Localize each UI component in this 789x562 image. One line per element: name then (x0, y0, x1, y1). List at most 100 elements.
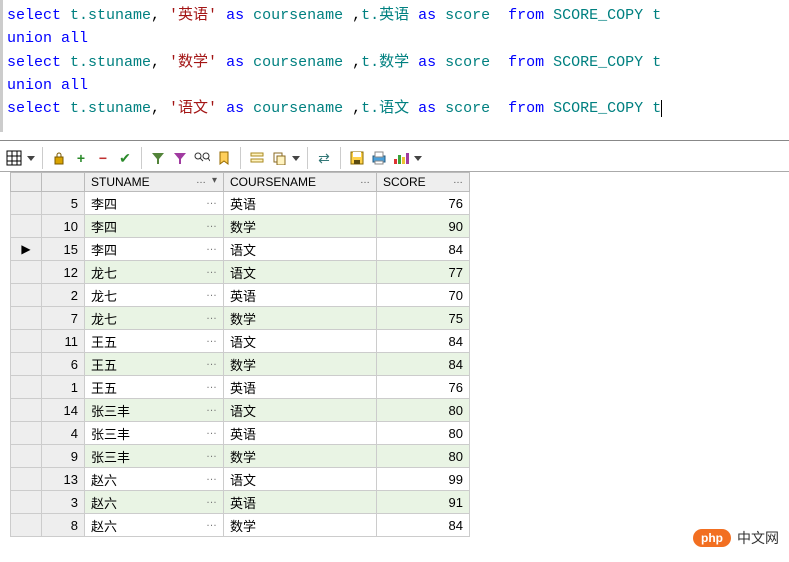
column-header-score[interactable]: SCORE … (377, 173, 470, 192)
grid-view-icon[interactable] (4, 148, 24, 168)
cell-expand-icon[interactable]: … (206, 310, 217, 322)
stuname-cell[interactable]: 赵六… (85, 468, 224, 491)
cell-expand-icon[interactable]: … (206, 517, 217, 529)
table-row[interactable]: 7龙七…数学75 (11, 307, 470, 330)
cell-expand-icon[interactable]: … (206, 448, 217, 460)
cell-expand-icon[interactable]: … (206, 402, 217, 414)
copy-icon[interactable] (269, 148, 289, 168)
stuname-cell[interactable]: 赵六… (85, 514, 224, 537)
score-cell[interactable]: 84 (377, 330, 470, 353)
cell-expand-icon[interactable]: … (206, 333, 217, 345)
coursename-cell[interactable]: 语文 (224, 399, 377, 422)
table-row[interactable]: 2龙七…英语70 (11, 284, 470, 307)
coursename-cell[interactable]: 语文 (224, 468, 377, 491)
column-header-stuname[interactable]: STUNAME ▾ … (85, 173, 224, 192)
table-row[interactable]: 12龙七…语文77 (11, 261, 470, 284)
stuname-cell[interactable]: 王五… (85, 353, 224, 376)
chart-icon[interactable] (391, 148, 411, 168)
score-cell[interactable]: 80 (377, 445, 470, 468)
sql-editor[interactable]: select t.stuname, '英语' as coursename ,t.… (0, 0, 789, 132)
stuname-cell[interactable]: 龙七… (85, 284, 224, 307)
stuname-cell[interactable]: 龙七… (85, 307, 224, 330)
table-row[interactable]: 3赵六…英语91 (11, 491, 470, 514)
cell-expand-icon[interactable]: … (206, 264, 217, 276)
stuname-cell[interactable]: 张三丰… (85, 422, 224, 445)
coursename-cell[interactable]: 数学 (224, 445, 377, 468)
coursename-cell[interactable]: 语文 (224, 330, 377, 353)
score-cell[interactable]: 75 (377, 307, 470, 330)
cell-expand-icon[interactable]: … (206, 494, 217, 506)
cell-expand-icon[interactable]: … (206, 379, 217, 391)
results-grid[interactable]: STUNAME ▾ … COURSENAME … SCORE … 5李四…英语7… (10, 172, 470, 537)
coursename-cell[interactable]: 语文 (224, 238, 377, 261)
table-row[interactable]: 4张三丰…英语80 (11, 422, 470, 445)
stuname-cell[interactable]: 张三丰… (85, 445, 224, 468)
table-row[interactable]: 10李四…数学90 (11, 215, 470, 238)
sort-arrow-icon[interactable]: ▾ (212, 175, 217, 186)
dropdown-icon-2[interactable] (291, 148, 301, 168)
save-icon[interactable] (347, 148, 367, 168)
coursename-cell[interactable]: 英语 (224, 284, 377, 307)
coursename-cell[interactable]: 英语 (224, 376, 377, 399)
coursename-cell[interactable]: 数学 (224, 353, 377, 376)
score-cell[interactable]: 70 (377, 284, 470, 307)
stuname-cell[interactable]: 张三丰… (85, 399, 224, 422)
dropdown-icon-3[interactable] (413, 148, 423, 168)
coursename-cell[interactable]: 英语 (224, 491, 377, 514)
delete-row-icon[interactable]: − (93, 148, 113, 168)
table-row[interactable]: 8赵六…数学84 (11, 514, 470, 537)
add-row-icon[interactable]: + (71, 148, 91, 168)
cell-expand-icon[interactable]: … (206, 471, 217, 483)
score-cell[interactable]: 84 (377, 238, 470, 261)
coursename-cell[interactable]: 语文 (224, 261, 377, 284)
row-index-header[interactable] (42, 173, 85, 192)
dropdown-icon[interactable] (26, 148, 36, 168)
table-row[interactable]: 9张三丰…数学80 (11, 445, 470, 468)
filter-icon-1[interactable] (148, 148, 168, 168)
cell-expand-icon[interactable]: … (206, 218, 217, 230)
cell-expand-icon[interactable]: … (206, 356, 217, 368)
score-cell[interactable]: 90 (377, 215, 470, 238)
coursename-cell[interactable]: 数学 (224, 215, 377, 238)
coursename-cell[interactable]: 数学 (224, 514, 377, 537)
column-menu-icon[interactable]: … (360, 175, 370, 186)
table-row[interactable]: 11王五…语文84 (11, 330, 470, 353)
single-record-icon[interactable] (247, 148, 267, 168)
cell-expand-icon[interactable]: … (206, 195, 217, 207)
column-menu-icon[interactable]: … (453, 175, 463, 186)
column-menu-icon[interactable]: … (196, 175, 206, 186)
cell-expand-icon[interactable]: … (206, 241, 217, 253)
table-row[interactable]: 5李四…英语76 (11, 192, 470, 215)
find-icon[interactable] (192, 148, 212, 168)
score-cell[interactable]: 99 (377, 468, 470, 491)
lock-icon[interactable] (49, 148, 69, 168)
bookmark-icon[interactable] (214, 148, 234, 168)
commit-icon[interactable]: ✔ (115, 148, 135, 168)
score-cell[interactable]: 84 (377, 514, 470, 537)
filter-icon-2[interactable] (170, 148, 190, 168)
score-cell[interactable]: 80 (377, 422, 470, 445)
cell-expand-icon[interactable]: … (206, 287, 217, 299)
table-row[interactable]: ▶15李四…语文84 (11, 238, 470, 261)
stuname-cell[interactable]: 李四… (85, 238, 224, 261)
score-cell[interactable]: 80 (377, 399, 470, 422)
print-icon[interactable] (369, 148, 389, 168)
stuname-cell[interactable]: 李四… (85, 192, 224, 215)
stuname-cell[interactable]: 李四… (85, 215, 224, 238)
stuname-cell[interactable]: 龙七… (85, 261, 224, 284)
coursename-cell[interactable]: 英语 (224, 422, 377, 445)
table-row[interactable]: 1王五…英语76 (11, 376, 470, 399)
stuname-cell[interactable]: 王五… (85, 330, 224, 353)
table-row[interactable]: 13赵六…语文99 (11, 468, 470, 491)
score-cell[interactable]: 76 (377, 376, 470, 399)
score-cell[interactable]: 91 (377, 491, 470, 514)
score-cell[interactable]: 77 (377, 261, 470, 284)
stuname-cell[interactable]: 王五… (85, 376, 224, 399)
stuname-cell[interactable]: 赵六… (85, 491, 224, 514)
cell-expand-icon[interactable]: … (206, 425, 217, 437)
table-row[interactable]: 6王五…数学84 (11, 353, 470, 376)
link-icon[interactable]: ⇄ (314, 148, 334, 168)
coursename-cell[interactable]: 数学 (224, 307, 377, 330)
score-cell[interactable]: 84 (377, 353, 470, 376)
score-cell[interactable]: 76 (377, 192, 470, 215)
